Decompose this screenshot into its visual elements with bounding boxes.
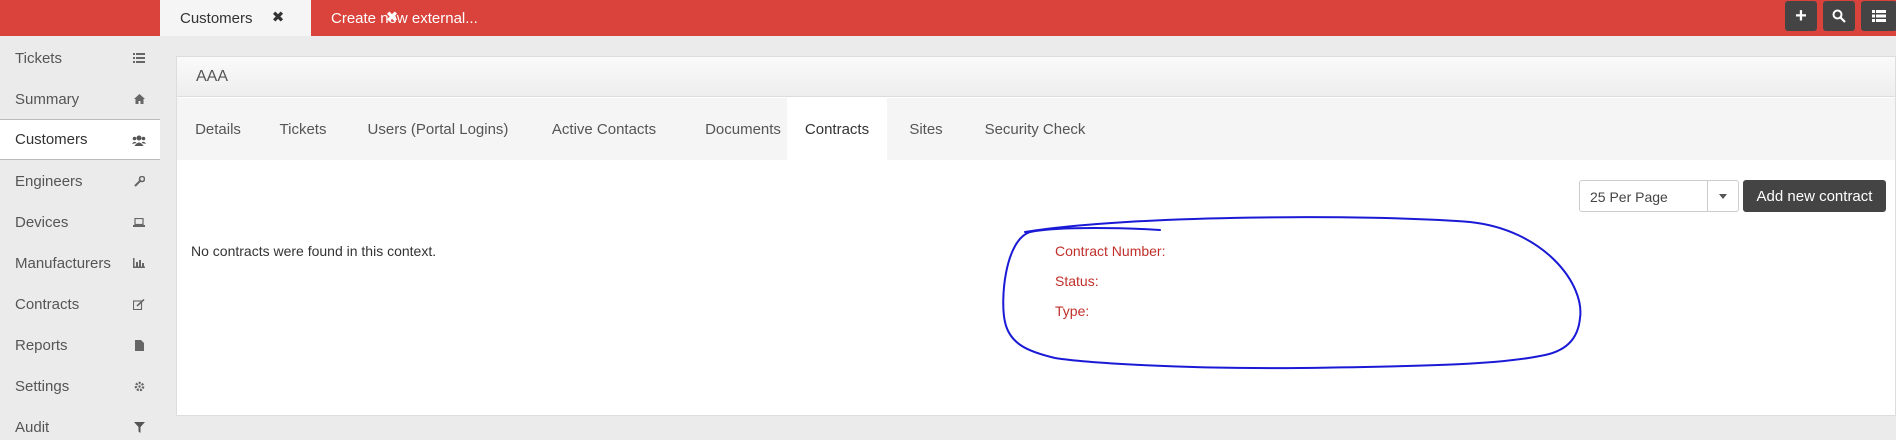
file-icon — [132, 338, 146, 352]
type-label: Type: — [1055, 303, 1090, 319]
bar-chart-icon — [132, 256, 146, 270]
sidebar-item-audit[interactable]: Audit — [0, 407, 160, 440]
per-page-select[interactable]: 25 Per Page — [1579, 180, 1739, 212]
filter-icon — [132, 420, 146, 434]
sidebar-item-settings[interactable]: Settings — [0, 366, 160, 406]
tab-label: Tickets — [279, 120, 327, 138]
tab-label: Contracts — [804, 120, 870, 138]
search-icon — [1832, 9, 1846, 23]
sidebar-item-label: Manufacturers — [15, 254, 111, 272]
list-icon — [132, 51, 146, 65]
sidebar-item-customers[interactable]: Customers — [0, 119, 160, 160]
tab-create-external[interactable]: Create new external... ✖ — [311, 0, 521, 36]
per-page-value: 25 Per Page — [1590, 189, 1668, 205]
contract-number-label: Contract Number: — [1055, 243, 1166, 259]
tab-details[interactable]: Details — [177, 98, 259, 160]
home-icon — [132, 92, 146, 106]
tab-customers[interactable]: Customers ✖ — [160, 0, 311, 36]
sidebar-item-label: Devices — [15, 213, 69, 231]
gear-icon — [132, 379, 146, 393]
tab-label: Details — [195, 120, 241, 138]
add-new-contract-label: Add new contract — [1756, 187, 1873, 205]
tab-label: Active Contacts — [551, 120, 657, 138]
list-icon — [1872, 10, 1886, 22]
sidebar-item-label: Tickets — [15, 49, 62, 67]
sidebar-item-label: Summary — [15, 90, 80, 108]
tab-contracts[interactable]: Contracts — [787, 98, 887, 160]
sidebar-item-manufacturers[interactable]: Manufacturers — [0, 243, 160, 283]
sidebar-item-label: Engineers — [15, 172, 83, 190]
add-new-contract-button[interactable]: Add new contract — [1743, 180, 1886, 212]
plus-icon: + — [1795, 5, 1807, 27]
close-icon[interactable]: ✖ — [271, 10, 285, 26]
tab-users-portal-logins[interactable]: Users (Portal Logins) — [347, 98, 529, 160]
sidebar-item-engineers[interactable]: Engineers — [0, 161, 160, 201]
empty-state-message: No contracts were found in this context. — [191, 243, 437, 259]
tab-security-check[interactable]: Security Check — [965, 98, 1105, 160]
tab-label: Sites — [909, 120, 943, 138]
dropdown-toggle[interactable] — [1707, 181, 1738, 211]
laptop-icon — [132, 215, 146, 229]
tab-label: Documents — [705, 120, 781, 138]
sidebar-item-label: Audit — [15, 418, 50, 436]
tab-tickets[interactable]: Tickets — [259, 98, 347, 160]
top-bar: Customers ✖ Create new external... ✖ + — [0, 0, 1896, 36]
sidebar-item-label: Settings — [15, 377, 70, 395]
sidebar-item-reports[interactable]: Reports — [0, 325, 160, 365]
tab-label: Create new external... — [331, 9, 478, 27]
customer-tabs: Details Tickets Users (Portal Logins) Ac… — [177, 98, 1895, 160]
tab-label: Users (Portal Logins) — [367, 120, 509, 138]
sidebar-item-label: Customers — [15, 131, 88, 148]
menu-button[interactable] — [1861, 1, 1896, 31]
tab-label: Customers — [180, 9, 253, 27]
tab-active-contacts[interactable]: Active Contacts — [529, 98, 679, 160]
sidebar-item-summary[interactable]: Summary — [0, 79, 160, 119]
sidebar-item-tickets[interactable]: Tickets — [0, 38, 160, 78]
chevron-down-icon — [1719, 193, 1727, 199]
sidebar-item-label: Reports — [15, 336, 68, 354]
add-button[interactable]: + — [1785, 1, 1817, 31]
sidebar-item-contracts[interactable]: Contracts — [0, 284, 160, 324]
status-label: Status: — [1055, 273, 1099, 289]
edit-icon — [132, 297, 146, 311]
sidebar-item-devices[interactable]: Devices — [0, 202, 160, 242]
search-button[interactable] — [1823, 1, 1855, 31]
tab-sites[interactable]: Sites — [887, 98, 965, 160]
tab-label: Security Check — [984, 120, 1086, 138]
close-icon[interactable]: ✖ — [385, 10, 399, 26]
page-title: AAA — [177, 57, 1895, 97]
wrench-icon — [132, 174, 146, 188]
customer-panel: AAA Details Tickets Users (Portal Logins… — [176, 56, 1896, 416]
users-icon — [132, 133, 146, 147]
sidebar-item-label: Contracts — [15, 295, 80, 313]
sidebar: Tickets Summary Customers Engineers Devi… — [0, 36, 160, 440]
